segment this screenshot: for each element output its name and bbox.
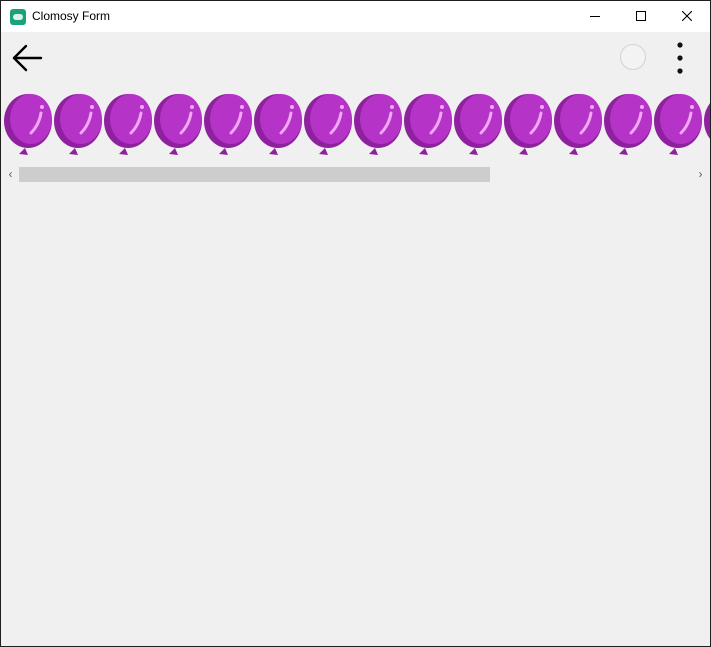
balloon-icon <box>651 91 703 159</box>
more-vertical-icon <box>677 42 683 74</box>
balloon-icon <box>401 91 453 159</box>
more-menu-button[interactable] <box>671 41 689 75</box>
balloon-icon <box>351 91 403 159</box>
minimize-icon <box>590 16 600 17</box>
minimize-button[interactable] <box>572 1 618 32</box>
balloon-icon <box>701 91 710 159</box>
back-button[interactable] <box>10 41 44 75</box>
maximize-button[interactable] <box>618 1 664 32</box>
balloon-icon <box>301 91 353 159</box>
maximize-icon <box>636 11 646 21</box>
scroll-thumb[interactable] <box>19 167 490 182</box>
horizontal-scrollbar[interactable]: ‹ › <box>1 165 710 184</box>
scroll-left-arrow[interactable]: ‹ <box>2 165 19 184</box>
title-bar[interactable]: Clomosy Form <box>1 1 710 32</box>
window-title: Clomosy Form <box>32 9 111 23</box>
balloon-icon <box>551 91 603 159</box>
balloon-icon <box>151 91 203 159</box>
balloon-icon <box>251 91 303 159</box>
balloon-icon <box>101 91 153 159</box>
balloon-icon <box>451 91 503 159</box>
close-icon <box>682 11 692 21</box>
status-circle-icon[interactable] <box>620 44 646 70</box>
app-icon <box>10 9 26 25</box>
balloon-strip <box>1 91 710 159</box>
scroll-right-arrow[interactable]: › <box>692 165 709 184</box>
close-button[interactable] <box>664 1 710 32</box>
balloon-icon <box>1 91 53 159</box>
balloon-icon <box>51 91 103 159</box>
arrow-left-icon <box>12 44 43 72</box>
balloon-icon <box>201 91 253 159</box>
balloon-icon <box>601 91 653 159</box>
balloon-icon <box>501 91 553 159</box>
app-window: Clomosy Form ‹ › <box>0 0 711 647</box>
